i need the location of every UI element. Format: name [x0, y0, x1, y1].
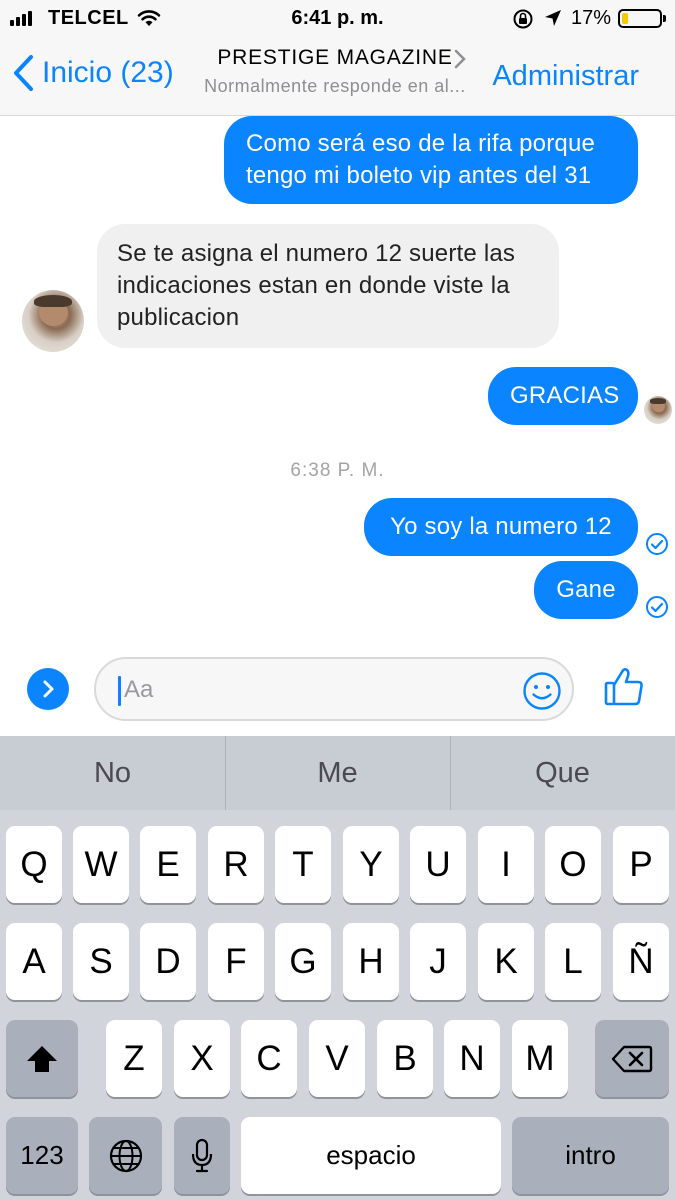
back-label: Inicio (23) — [42, 56, 174, 89]
key[interactable]: N — [444, 1020, 500, 1097]
key[interactable]: J — [410, 923, 466, 1000]
globe-key[interactable] — [89, 1117, 162, 1194]
key[interactable]: B — [377, 1020, 433, 1097]
return-key[interactable]: intro — [512, 1117, 669, 1194]
battery-percent: 17% — [571, 7, 612, 29]
expand-button[interactable] — [27, 668, 69, 710]
avatar[interactable] — [22, 290, 84, 352]
message-input[interactable] — [124, 673, 504, 707]
back-button[interactable]: Inicio (23) — [12, 54, 174, 92]
key[interactable]: V — [309, 1020, 365, 1097]
message-bubble[interactable]: Como será eso de la rifa porque tengo mi… — [224, 116, 638, 204]
read-check-icon — [646, 533, 668, 555]
key[interactable]: D — [140, 923, 196, 1000]
conversation-title: PRESTIGE MAGAZINE — [217, 46, 453, 69]
emoji-icon[interactable] — [522, 671, 562, 711]
key[interactable]: C — [241, 1020, 297, 1097]
predictive-bar: No Me Que — [0, 736, 675, 810]
suggestion-item[interactable]: Que — [450, 736, 675, 810]
key[interactable]: L — [545, 923, 601, 1000]
shift-key[interactable] — [6, 1020, 78, 1097]
suggestion-item[interactable]: No — [0, 736, 225, 810]
key[interactable]: Ñ — [613, 923, 669, 1000]
message-composer — [94, 657, 574, 721]
key[interactable]: H — [343, 923, 399, 1000]
space-key[interactable]: espacio — [241, 1117, 501, 1194]
key[interactable]: S — [73, 923, 129, 1000]
key[interactable]: Q — [6, 826, 62, 903]
message-text: GRACIAS — [510, 382, 620, 409]
key[interactable]: T — [275, 826, 331, 903]
manage-button[interactable]: Administrar — [492, 60, 639, 93]
message-bubble[interactable]: Se te asigna el numero 12 suerte las ind… — [97, 224, 559, 348]
timestamp: 6:38 P. M. — [290, 460, 385, 481]
conversation-title-button[interactable]: PRESTIGE MAGAZINE Normalmente responde e… — [190, 46, 480, 97]
message-bubble[interactable]: GRACIAS — [488, 367, 638, 425]
status-bar: TELCEL 6:41 p. m. 17% — [0, 0, 675, 36]
key[interactable]: U — [410, 826, 466, 903]
numbers-key[interactable]: 123 — [6, 1117, 78, 1194]
thumbs-up-icon[interactable] — [603, 664, 645, 708]
backspace-icon — [611, 1045, 653, 1072]
key[interactable]: G — [275, 923, 331, 1000]
keyboard: No Me Que Q W E R T Y U I O P A S D F G … — [0, 736, 675, 1200]
read-check-icon — [646, 596, 668, 618]
key[interactable]: M — [512, 1020, 568, 1097]
key[interactable]: Z — [106, 1020, 162, 1097]
key[interactable]: X — [174, 1020, 230, 1097]
key[interactable]: O — [545, 826, 601, 903]
message-text: Gane — [556, 576, 616, 603]
message-text: Yo soy la numero 12 — [390, 513, 612, 540]
message-bubble[interactable]: Yo soy la numero 12 — [364, 498, 638, 556]
key[interactable]: E — [140, 826, 196, 903]
conversation-header: Inicio (23) PRESTIGE MAGAZINE Normalment… — [0, 36, 675, 116]
key[interactable]: F — [208, 923, 264, 1000]
battery-icon — [618, 9, 666, 28]
microphone-icon — [191, 1138, 213, 1172]
shift-icon — [27, 1045, 57, 1072]
globe-icon — [109, 1139, 142, 1172]
key[interactable]: Y — [343, 826, 399, 903]
expand-icon — [43, 680, 54, 698]
seen-avatar — [644, 396, 672, 424]
dictation-key[interactable] — [174, 1117, 230, 1194]
backspace-key[interactable] — [595, 1020, 669, 1097]
suggestion-item[interactable]: Me — [225, 736, 450, 810]
message-bubble[interactable]: Gane — [534, 561, 638, 619]
title-chevron-icon — [454, 49, 466, 69]
key[interactable]: P — [613, 826, 669, 903]
key[interactable]: K — [478, 923, 534, 1000]
location-icon — [545, 10, 561, 26]
key[interactable]: I — [478, 826, 534, 903]
message-text: Como será eso de la rifa porque tengo mi… — [246, 130, 596, 189]
orientation-lock-icon — [513, 9, 533, 29]
key[interactable]: A — [6, 923, 62, 1000]
key[interactable]: W — [73, 826, 129, 903]
key[interactable]: R — [208, 826, 264, 903]
message-text: Se te asigna el numero 12 suerte las ind… — [117, 240, 516, 331]
text-caret — [118, 676, 121, 706]
back-chevron-icon — [14, 55, 33, 91]
conversation-subtitle: Normalmente responde en al... — [204, 76, 466, 96]
